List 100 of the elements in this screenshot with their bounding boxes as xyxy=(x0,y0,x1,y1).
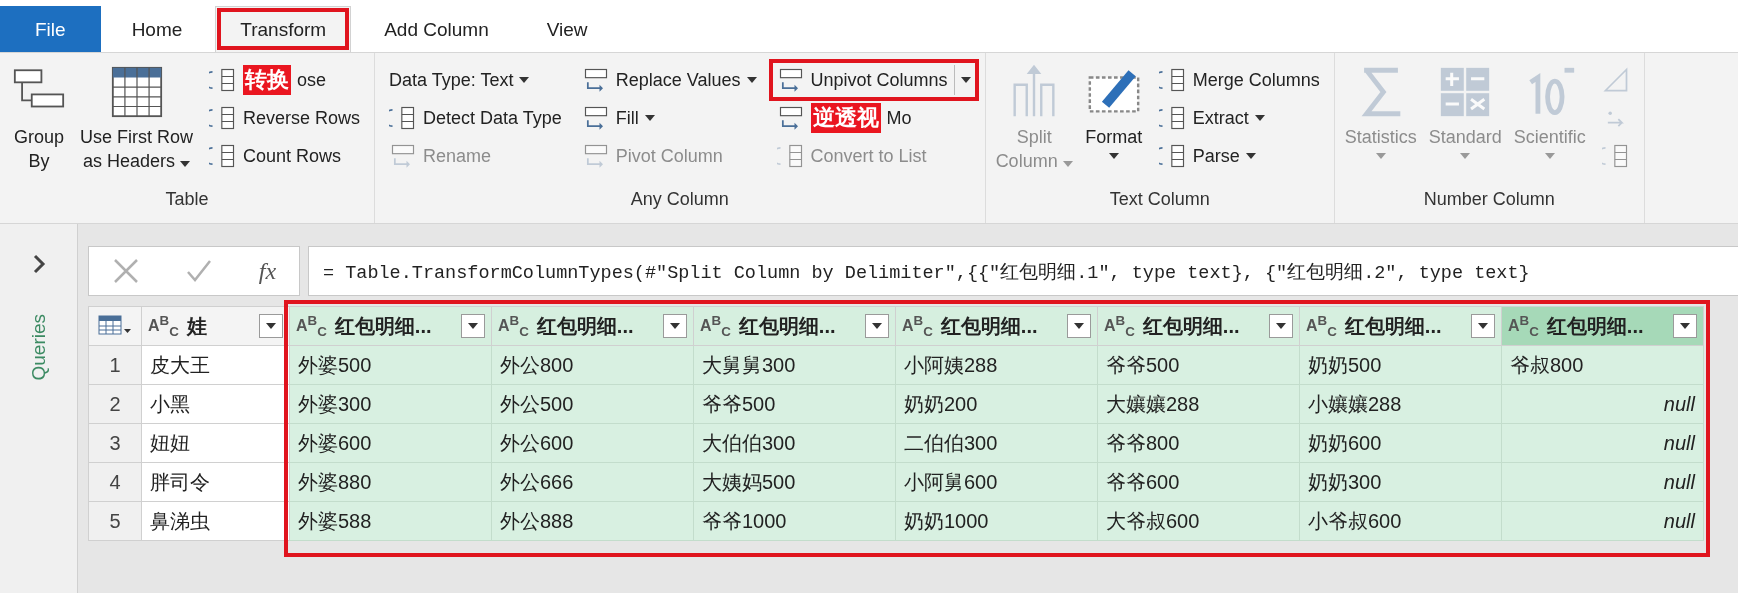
annotation-label: 逆透视 xyxy=(810,103,881,133)
caret-icon xyxy=(180,161,191,167)
caret-icon xyxy=(468,323,478,329)
ribbon-button[interactable]: 逆透视 Mo xyxy=(772,101,975,135)
table-cell: 爷爷500 xyxy=(1098,346,1300,385)
ribbon-button[interactable]: Fill xyxy=(577,101,761,135)
caret-icon xyxy=(960,77,971,83)
column-name: 娃 xyxy=(186,313,208,339)
caret-icon xyxy=(1478,323,1488,329)
column-header[interactable]: A$^{B}$$_{C}$ 红包明细... xyxy=(896,306,1098,346)
filter-button[interactable] xyxy=(1673,314,1697,338)
caret-icon xyxy=(1108,153,1119,159)
table-cell: 妞妞 xyxy=(142,424,290,463)
ribbon-button[interactable]: Unpivot Columns xyxy=(772,63,975,97)
caret-icon xyxy=(519,77,530,83)
caret-icon xyxy=(746,77,757,83)
annotation-label: 转换 xyxy=(243,65,291,95)
column-header[interactable]: A$^{B}$$_{C}$ 红包明细... xyxy=(1098,306,1300,346)
null-cell: null xyxy=(1502,463,1704,502)
table-cell: 小黑 xyxy=(142,385,290,424)
row-number: 3 xyxy=(88,424,142,463)
row-number: 4 xyxy=(88,463,142,502)
table-cell: 大伯伯300 xyxy=(694,424,896,463)
caret-icon xyxy=(1544,153,1555,159)
function-label[interactable]: fx xyxy=(258,257,277,285)
column-header[interactable]: A$^{B}$$_{C}$ 红包明细... xyxy=(492,306,694,346)
ribbon-button[interactable]: Replace Values xyxy=(577,63,761,97)
ribbon-button[interactable]: Merge Columns xyxy=(1154,63,1324,97)
table-cell: 奶奶300 xyxy=(1300,463,1502,502)
column-header[interactable]: A$^{B}$$_{C}$ 娃 xyxy=(142,306,290,346)
table-cell: 爷爷1000 xyxy=(694,502,896,541)
column-name: 红包明细... xyxy=(536,313,635,339)
column-header[interactable]: A$^{B}$$_{C}$ 红包明细... xyxy=(1300,306,1502,346)
filter-button[interactable] xyxy=(663,314,687,338)
ribbon-button[interactable]: Count Rows xyxy=(205,139,365,173)
file-tab[interactable]: File xyxy=(0,6,101,52)
null-cell: null xyxy=(1502,502,1704,541)
table-menu[interactable] xyxy=(88,306,142,346)
queries-label[interactable]: Queries xyxy=(27,314,50,381)
ribbon-button[interactable]: Use First Row as Headers xyxy=(80,63,193,189)
chevron-right-icon[interactable] xyxy=(31,254,46,274)
table-cell: 小孃孃288 xyxy=(1300,385,1502,424)
table-cell: 爷爷600 xyxy=(1098,463,1300,502)
ribbon-button[interactable]: Format xyxy=(1084,63,1143,189)
ribbon-button[interactable]: Detect Data Type xyxy=(385,101,566,135)
filter-button[interactable] xyxy=(1471,314,1495,338)
column-header[interactable]: A$^{B}$$_{C}$ 红包明细... xyxy=(1502,306,1704,346)
table-cell: 小阿舅600 xyxy=(896,463,1098,502)
row-number: 5 xyxy=(88,502,142,541)
caret-icon xyxy=(1680,323,1690,329)
table-cell: 外婆300 xyxy=(290,385,492,424)
group-title: Any Column xyxy=(629,189,730,211)
table-cell: 爷爷500 xyxy=(694,385,896,424)
formula-field[interactable]: = Table.TransformColumnTypes(#"Split Column by Delimiter",{{"红包明细.1", type text}, {"红包明细.2", type text} xyxy=(308,246,1738,296)
caret-icon xyxy=(1375,153,1386,159)
ribbon-button[interactable]: Reverse Rows xyxy=(205,101,365,135)
table-cell: 爷爷800 xyxy=(1098,424,1300,463)
table-cell: 大舅舅300 xyxy=(694,346,896,385)
caret-icon xyxy=(1062,161,1073,167)
caret-icon xyxy=(644,115,655,121)
ribbon-tab[interactable]: Transform xyxy=(215,6,352,52)
table-cell: 外公600 xyxy=(492,424,694,463)
column-header[interactable]: A$^{B}$$_{C}$ 红包明细... xyxy=(290,306,492,346)
filter-button[interactable] xyxy=(1067,314,1091,338)
caret-icon xyxy=(266,323,276,329)
column-name: 红包明细... xyxy=(1142,313,1241,339)
column-header[interactable]: A$^{B}$$_{C}$ 红包明细... xyxy=(694,306,896,346)
caret-icon xyxy=(1245,153,1256,159)
group-title: Table xyxy=(164,189,210,211)
filter-button[interactable] xyxy=(259,314,283,338)
column-name: 红包明细... xyxy=(940,313,1039,339)
table-cell: 鼻涕虫 xyxy=(142,502,290,541)
table-cell: 爷叔800 xyxy=(1502,346,1704,385)
ribbon-button[interactable]: 转换 ose xyxy=(205,63,365,97)
table-cell: 皮大王 xyxy=(142,346,290,385)
caret-icon xyxy=(670,323,680,329)
dropdown-arrow[interactable] xyxy=(953,65,971,95)
filter-button[interactable] xyxy=(461,314,485,338)
table-cell: 小爷叔600 xyxy=(1300,502,1502,541)
table-cell: 外婆880 xyxy=(290,463,492,502)
ribbon-button[interactable]: Data Type: Text xyxy=(385,63,566,97)
table-cell: 外公500 xyxy=(492,385,694,424)
filter-button[interactable] xyxy=(1269,314,1293,338)
column-name: 红包明细... xyxy=(738,313,837,339)
filter-button[interactable] xyxy=(865,314,889,338)
ribbon-button[interactable]: Extract xyxy=(1154,101,1324,135)
caret-icon xyxy=(1276,323,1286,329)
ribbon-button[interactable]: Group By xyxy=(10,63,68,189)
table-cell: 小阿姨288 xyxy=(896,346,1098,385)
table-cell: 奶奶1000 xyxy=(896,502,1098,541)
table-cell: 胖司令 xyxy=(142,463,290,502)
table-cell: 外婆600 xyxy=(290,424,492,463)
ribbon-button[interactable]: Parse xyxy=(1154,139,1324,173)
table-icon xyxy=(98,315,132,337)
row-number: 2 xyxy=(88,385,142,424)
table-cell: 外公888 xyxy=(492,502,694,541)
table-cell: 大孃孃288 xyxy=(1098,385,1300,424)
table-cell: 大姨妈500 xyxy=(694,463,896,502)
table-cell: 奶奶500 xyxy=(1300,346,1502,385)
column-name: 红包明细... xyxy=(1344,313,1443,339)
